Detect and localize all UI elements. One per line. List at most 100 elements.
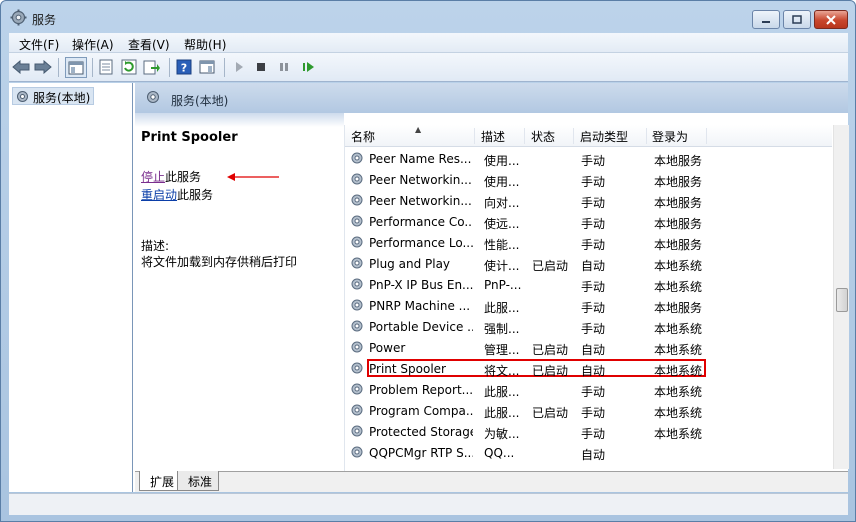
cell-startup-type: 自动 [581,343,606,357]
cell-name: Performance Co... [369,215,473,229]
cell-description: 强制... [484,322,520,336]
cell-startup-type: 手动 [581,385,606,399]
cell-description: 使计... [484,259,520,273]
pause-icon[interactable] [275,58,293,76]
restart-service-suffix: 此服务 [177,188,214,202]
play-icon[interactable] [230,58,248,76]
column-header-status[interactable]: 状态 [525,128,574,144]
gear-icon [350,340,364,357]
table-row[interactable]: Peer Name Res... 使用... 手动 本地服务 [345,148,832,169]
properties-icon[interactable] [97,58,115,76]
cell-status: 已启动 [532,364,569,378]
list-header: 名称 ▲ 描述 状态 启动类型 登录为 [345,125,832,147]
cell-logon-as: 本地系统 [654,406,703,420]
close-button[interactable] [814,10,848,29]
cell-name: Plug and Play [369,257,451,271]
cell-name: Peer Networkin... [369,173,472,187]
help-icon[interactable]: ? [175,58,193,76]
svg-text:?: ? [181,62,187,75]
toolbar: ? [9,53,848,82]
stop-service-row: 停止此服务 [141,168,201,185]
refresh-icon[interactable] [120,58,138,76]
tab-standard[interactable]: 标准 [177,471,220,491]
cell-description: QQ... [484,446,515,460]
table-row[interactable]: Portable Device ... 强制... 手动 本地系统 [345,316,832,337]
table-row[interactable]: PnP-X IP Bus En... PnP-... 手动 本地系统 [345,274,832,295]
cell-logon-as: 本地服务 [654,175,703,189]
table-row[interactable]: Performance Lo... 性能... 手动 本地服务 [345,232,832,253]
cell-logon-as: 本地服务 [654,301,703,315]
cell-description: 此服... [484,301,520,315]
forward-arrow-icon[interactable] [34,58,52,76]
cell-name: Program Compa... [369,404,473,418]
stop-icon[interactable] [252,58,270,76]
menu-action[interactable]: 操作(A) [72,36,114,53]
table-row[interactable]: Problem Report... 此服... 手动 本地系统 [345,379,832,400]
toolbar-separator [169,58,170,77]
pane-header: 服务(本地) [135,83,848,113]
cell-description: 此服... [484,406,520,420]
tab-extended[interactable]: 扩展 [139,471,182,491]
table-row[interactable]: Power 管理... 已启动 自动 本地系统 [345,337,832,358]
cell-description: 使用... [484,175,520,189]
table-row[interactable]: Protected Storage 为敏... 手动 本地系统 [345,421,832,442]
table-row[interactable]: QQPCMgr RTP S... QQ... 自动 [345,442,832,463]
gear-icon [350,235,364,252]
restart-service-link[interactable]: 重启动 [141,188,177,202]
cell-startup-type: 手动 [581,196,606,210]
table-row[interactable]: Plug and Play 使计... 已启动 自动 本地系统 [345,253,832,274]
minimize-button[interactable] [752,10,780,29]
scrollbar-thumb[interactable] [836,288,848,312]
table-row[interactable]: PNRP Machine ... 此服... 手动 本地服务 [345,295,832,316]
resume-icon[interactable] [299,58,317,76]
export-icon[interactable] [143,58,161,76]
gear-icon [15,89,30,107]
column-header-logon-as[interactable]: 登录为 [647,128,707,144]
cell-description: 将文... [484,364,520,378]
maximize-icon [784,11,810,28]
table-row[interactable]: Peer Networkin... 使用... 手动 本地服务 [345,169,832,190]
toolbar-separator [58,58,59,77]
vertical-scrollbar[interactable] [833,125,849,469]
menu-help[interactable]: 帮助(H) [184,36,226,53]
table-row[interactable]: Program Compa... 此服... 已启动 手动 本地系统 [345,400,832,421]
menu-file[interactable]: 文件(F) [19,36,59,53]
cell-logon-as: 本地服务 [654,217,703,231]
view-icon[interactable] [198,58,216,76]
cell-logon-as: 本地系统 [654,322,703,336]
cell-startup-type: 手动 [581,301,606,315]
cell-description: PnP-... [484,278,522,292]
red-arrow-annotation [227,171,279,185]
toolbar-separator [224,58,225,77]
column-header-description[interactable]: 描述 [475,128,525,144]
cell-logon-as: 本地服务 [654,238,703,252]
services-window: 服务 文件(F) 操作(A) 查看(V) 帮助(H) ? 服务(本地) 服务(本… [0,0,856,522]
title-bar[interactable]: 服务 [1,1,855,33]
table-row[interactable]: Peer Networkin... 向对... 手动 本地服务 [345,190,832,211]
cell-startup-type: 手动 [581,217,606,231]
gear-icon [350,319,364,336]
menu-view[interactable]: 查看(V) [128,36,170,53]
cell-name: Performance Lo... [369,236,473,250]
description-text: 将文件加载到内存供稍后打印 [141,255,298,269]
cell-description: 向对... [484,196,520,210]
column-header-startup-type[interactable]: 启动类型 [574,128,647,144]
tree-item-services-local[interactable]: 服务(本地) [12,87,95,107]
table-row[interactable]: Performance Co... 使远... 手动 本地服务 [345,211,832,232]
console-tree-icon[interactable] [65,57,87,78]
menu-bar: 文件(F) 操作(A) 查看(V) 帮助(H) [9,33,848,53]
cell-description: 使用... [484,154,520,168]
services-pane: 服务(本地) Print Spooler 停止此服务 重启动此服务 描述: 将文… [135,83,849,492]
minimize-icon [753,11,779,28]
gear-icon [350,172,364,189]
cell-name: Power [369,341,406,355]
back-arrow-icon[interactable] [12,58,30,76]
cell-status: 已启动 [532,259,569,273]
column-header-name[interactable]: 名称 ▲ [345,125,475,144]
gear-icon [350,256,364,273]
table-row-print-spooler[interactable]: Print Spooler 将文... 已启动 自动 本地系统 [345,358,832,379]
cell-startup-type: 自动 [581,364,606,378]
maximize-button[interactable] [783,10,811,29]
window-title: 服务 [32,13,57,27]
stop-service-link[interactable]: 停止 [141,170,165,184]
